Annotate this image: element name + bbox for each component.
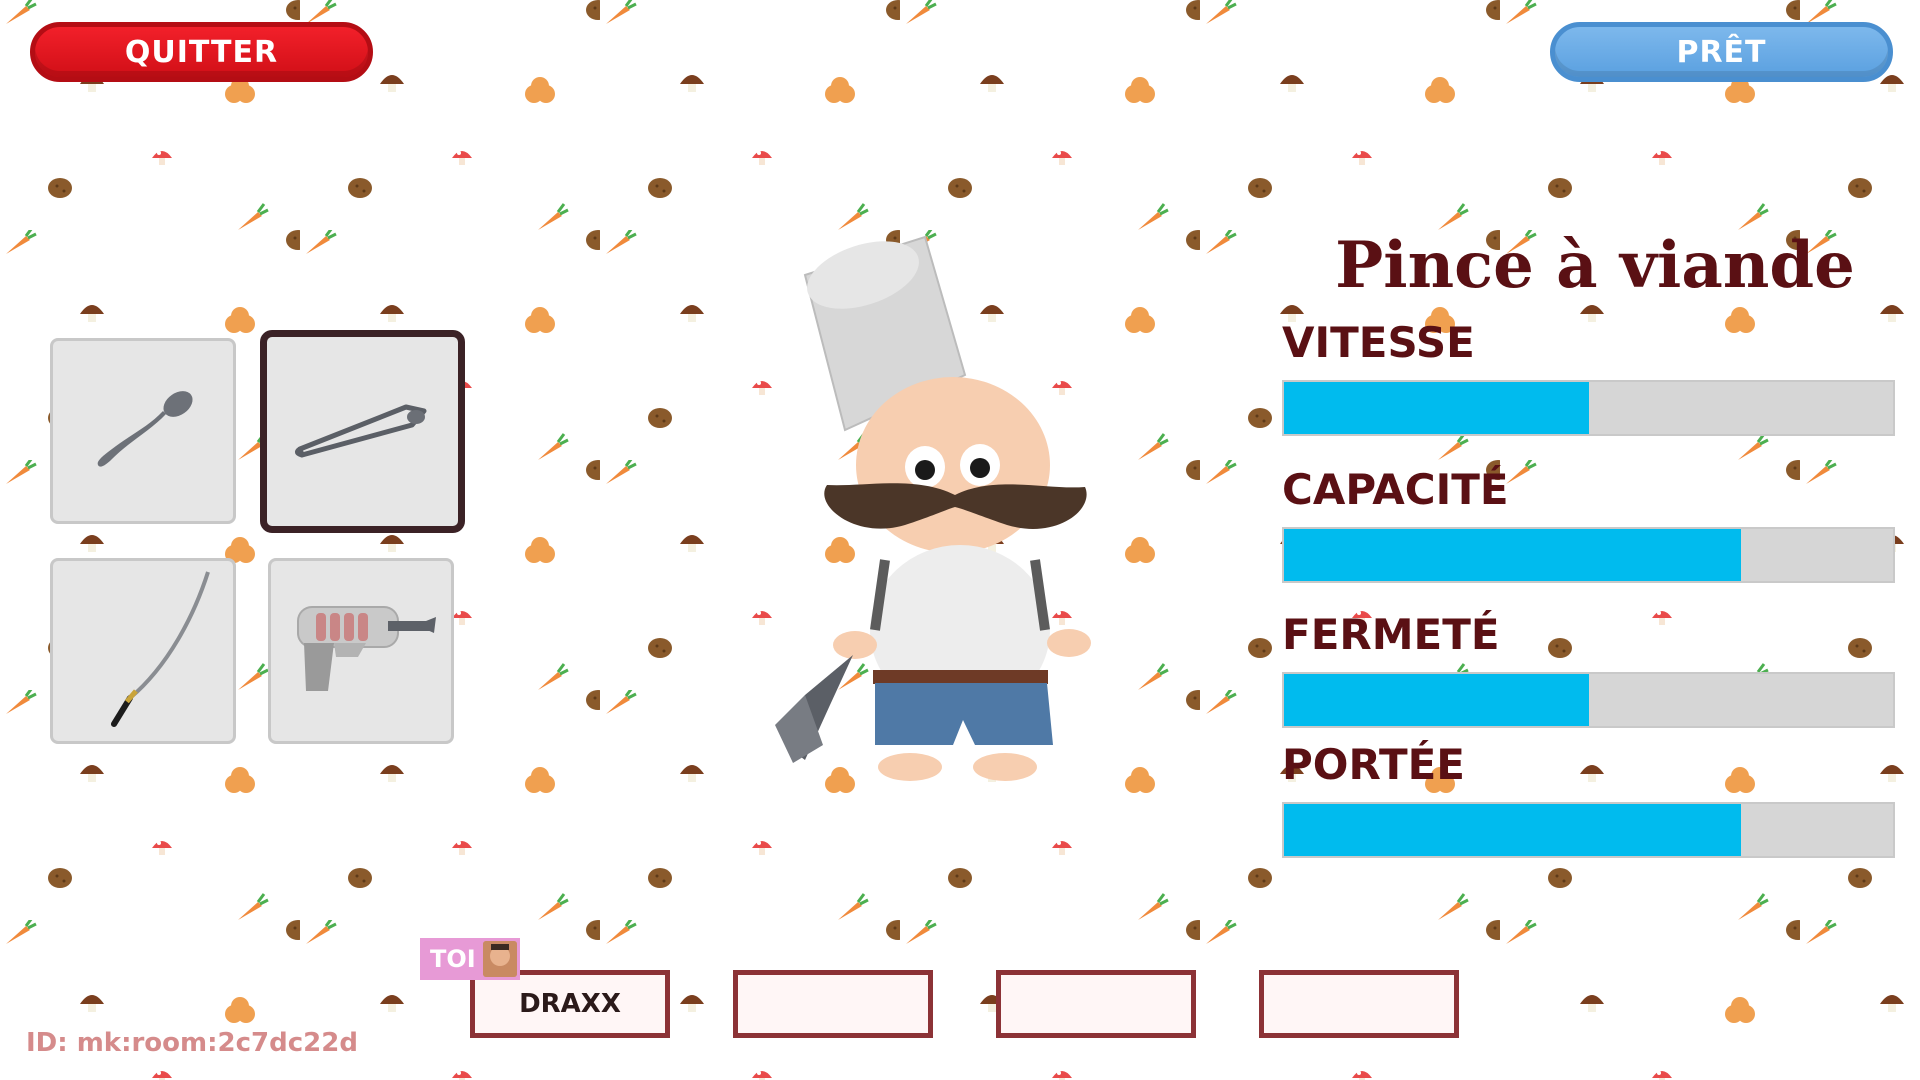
quit-button-label: QUITTER bbox=[124, 34, 279, 70]
you-badge-label: TOI bbox=[430, 945, 476, 973]
avatar bbox=[483, 941, 517, 977]
stat-bar-capacite bbox=[1282, 527, 1895, 583]
player-slot-4 bbox=[1259, 970, 1459, 1038]
tool-slot-spoon[interactable] bbox=[50, 338, 236, 524]
player-name: DRAXX bbox=[519, 989, 621, 1019]
tool-slot-blaster[interactable] bbox=[268, 558, 454, 744]
player-slot-3 bbox=[996, 970, 1196, 1038]
stat-bar-vitesse bbox=[1282, 380, 1895, 436]
stat-bar-portee bbox=[1282, 802, 1895, 858]
stat-fill-capacite bbox=[1284, 529, 1741, 581]
tool-slot-katana[interactable] bbox=[50, 558, 236, 744]
stat-label-capacite: CAPACITÉ bbox=[1282, 465, 1509, 514]
stat-label-fermete: FERMETÉ bbox=[1282, 610, 1500, 659]
room-id: ID: mk:room:2c7dc22d bbox=[26, 1028, 358, 1058]
stat-bar-fermete bbox=[1282, 672, 1895, 728]
you-badge: TOI bbox=[420, 938, 520, 980]
stat-label-portee: PORTÉE bbox=[1282, 740, 1465, 789]
chef-character bbox=[775, 235, 1091, 781]
stat-fill-fermete bbox=[1284, 674, 1589, 726]
ready-button-label: PRÊT bbox=[1676, 34, 1767, 70]
quit-button[interactable]: QUITTER bbox=[30, 22, 373, 82]
blaster-gun-icon bbox=[297, 606, 436, 691]
meat-tongs-icon bbox=[294, 404, 426, 457]
katana-icon bbox=[111, 571, 210, 727]
player-slot-2 bbox=[733, 970, 933, 1038]
stat-fill-vitesse bbox=[1284, 382, 1589, 434]
weapon-title: Pince à viande bbox=[1335, 228, 1855, 303]
stat-label-vitesse: VITESSE bbox=[1282, 318, 1475, 367]
ready-button[interactable]: PRÊT bbox=[1550, 22, 1893, 82]
tool-slot-meat-tongs[interactable] bbox=[260, 330, 465, 533]
player-slot-1: DRAXX bbox=[470, 970, 670, 1038]
stat-fill-portee bbox=[1284, 804, 1741, 856]
spoon-icon bbox=[97, 391, 193, 467]
